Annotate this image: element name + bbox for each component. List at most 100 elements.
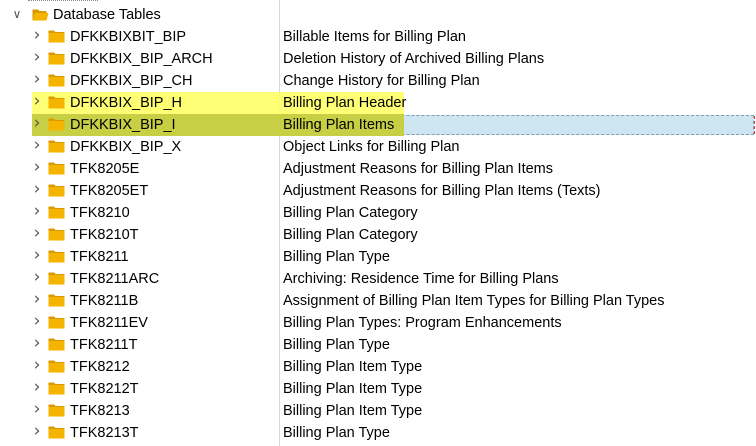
tree-row[interactable]: › TFK8212 Billing Plan Item Type [0,356,756,378]
folder-icon [48,338,65,351]
table-name: TFK8211EV [70,315,148,331]
tree-row[interactable]: › DFKKBIXBIT_BIP Billable Items for Billin… [0,26,756,48]
chevron-right-icon[interactable]: › [30,401,44,418]
table-description: Billing Plan Type [283,249,390,265]
chevron-right-icon[interactable]: › [30,71,44,88]
table-name: TFK8210T [70,227,139,243]
folder-icon [48,184,65,197]
folder-icon [48,206,65,219]
table-name: DFKKBIX_BIP_H [70,95,183,111]
chevron-right-icon[interactable]: › [30,335,44,352]
tree-row[interactable]: › TFK8213T Billing Plan Type [0,422,756,444]
table-name: DFKKBIX_BIP_I [70,117,176,133]
folder-icon [48,52,65,65]
folder-icon [48,404,65,417]
table-name: TFK8211T [70,337,138,353]
folder-open-icon [32,8,49,21]
table-name: TFK8211B [70,293,139,309]
tree-view: ∨ Database Tables › DFKKBIXBIT_BIP Billabl… [0,0,756,446]
tree-row[interactable]: › TFK8211EV Billing Plan Types: Program En… [0,312,756,334]
folder-icon [48,96,65,109]
folder-icon [48,74,65,87]
chevron-right-icon[interactable]: › [30,291,44,308]
tree-row[interactable]: › TFK8212T Billing Plan Item Type [0,378,756,400]
chevron-right-icon[interactable]: › [30,357,44,374]
table-name: TFK8212T [70,381,139,397]
table-description: Billing Plan Item Type [283,403,423,419]
tree-row[interactable]: › TFK8211T Billing Plan Type [0,334,756,356]
table-description: Billing Plan Item Type [283,359,423,375]
chevron-right-icon[interactable]: › [30,269,44,286]
folder-icon [48,426,65,439]
table-description: Billing Plan Type [283,425,390,441]
chevron-right-icon[interactable]: › [30,115,44,132]
table-name: TFK8205E [70,161,140,177]
tree-row[interactable]: › DFKKBIX_BIP_I Billing Plan Items [0,114,756,136]
tree-root-label: Database Tables [53,7,161,23]
chevron-right-icon[interactable]: › [30,225,44,242]
chevron-right-icon[interactable]: › [30,159,44,176]
selection-edge [753,116,755,134]
chevron-right-icon[interactable]: › [30,203,44,220]
table-description: Object Links for Billing Plan [283,139,460,155]
chevron-down-icon[interactable]: ∨ [10,6,24,22]
folder-icon [48,118,65,131]
table-name: TFK8210 [70,205,130,221]
folder-icon [48,140,65,153]
tree-root-database-tables[interactable]: ∨ Database Tables [0,4,756,26]
tree-row[interactable]: › TFK8205ET Adjustment Reasons for Billing… [0,180,756,202]
table-description: Billing Plan Type [283,337,390,353]
table-name: TFK8211 [70,249,129,265]
table-name: DFKKBIX_BIP_CH [70,73,193,89]
table-description: Billing Plan Category [283,227,418,243]
folder-icon [48,162,65,175]
table-description: Deletion History of Archived Billing Pla… [283,51,545,67]
folder-icon [48,382,65,395]
table-description: Change History for Billing Plan [283,73,480,89]
table-description: Adjustment Reasons for Billing Plan Item… [283,161,553,177]
folder-icon [48,250,65,263]
table-description: Billing Plan Types: Program Enhancements [283,315,562,331]
parent-node-clipped [28,0,98,1]
chevron-right-icon[interactable]: › [30,137,44,154]
chevron-right-icon[interactable]: › [30,379,44,396]
folder-icon [48,272,65,285]
chevron-right-icon[interactable]: › [30,49,44,66]
folder-icon [48,316,65,329]
tree-row[interactable]: › TFK8210T Billing Plan Category [0,224,756,246]
table-name: TFK8212 [70,359,130,375]
chevron-right-icon[interactable]: › [30,181,44,198]
table-name: TFK8211ARC [70,271,160,287]
tree-row[interactable]: › DFKKBIX_BIP_X Object Links for Billing P… [0,136,756,158]
chevron-right-icon[interactable]: › [30,313,44,330]
table-name: TFK8205ET [70,183,149,199]
table-name: DFKKBIXBIT_BIP [70,29,187,45]
tree-row[interactable]: › TFK8205E Adjustment Reasons for Billing … [0,158,756,180]
folder-icon [48,30,65,43]
tree-row[interactable]: › TFK8211B Assignment of Billing Plan Item… [0,290,756,312]
table-name: DFKKBIX_BIP_ARCH [70,51,213,67]
chevron-right-icon[interactable]: › [30,93,44,110]
table-name: DFKKBIX_BIP_X [70,139,182,155]
table-description: Billable Items for Billing Plan [283,29,466,45]
table-description: Assignment of Billing Plan Item Types fo… [283,293,665,309]
table-description: Billing Plan Item Type [283,381,423,397]
tree-row[interactable]: › DFKKBIX_BIP_CH Change History for Billin… [0,70,756,92]
folder-icon [48,360,65,373]
tree-row[interactable]: › TFK8210 Billing Plan Category [0,202,756,224]
tree-row[interactable]: › TFK8211ARC Archiving: Residence Time for… [0,268,756,290]
table-name: TFK8213T [70,425,139,441]
table-description: Billing Plan Header [283,95,407,111]
tree-row[interactable]: › TFK8213 Billing Plan Item Type [0,400,756,422]
tree-row[interactable]: › DFKKBIX_BIP_H Billing Plan Header [0,92,756,114]
table-description: Billing Plan Items [283,117,395,133]
chevron-right-icon[interactable]: › [30,247,44,264]
tree-row[interactable]: › DFKKBIX_BIP_ARCH Deletion History of Arc… [0,48,756,70]
tree-row[interactable]: › TFK8211 Billing Plan Type [0,246,756,268]
folder-icon [48,294,65,307]
table-description: Billing Plan Category [283,205,418,221]
table-description: Adjustment Reasons for Billing Plan Item… [283,183,601,199]
chevron-right-icon[interactable]: › [30,27,44,44]
table-name: TFK8213 [70,403,130,419]
chevron-right-icon[interactable]: › [30,423,44,440]
